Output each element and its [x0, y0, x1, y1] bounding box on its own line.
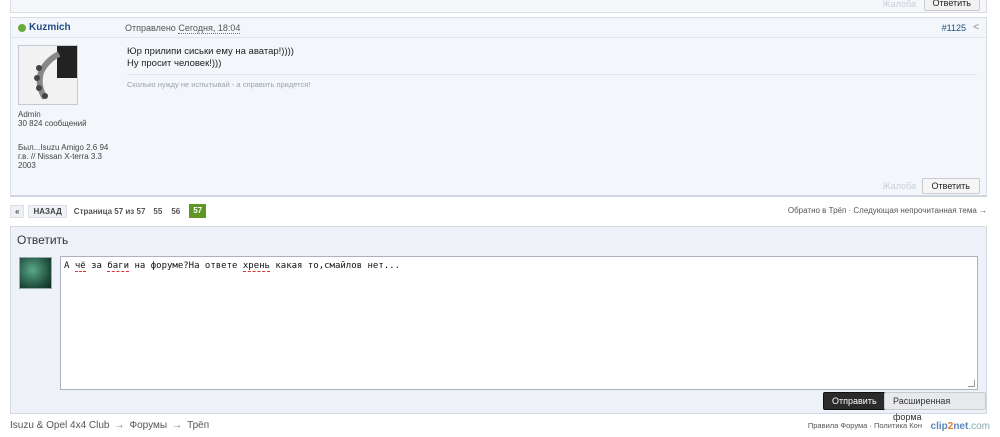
current-page: 57	[189, 204, 207, 218]
reply-title: Ответить	[17, 233, 69, 247]
page-info: Страница 57 из 57	[73, 206, 146, 216]
forum-post: Kuzmich Отправлено Сегодня, 18:04 #1125 …	[10, 17, 987, 197]
reply-button[interactable]: Ответить	[923, 0, 980, 11]
sent-label: Отправлено	[125, 23, 176, 33]
send-button[interactable]: Отправить	[823, 392, 886, 410]
user-car-line: г.в. // Nissan X-terra 3.3	[18, 152, 102, 161]
back-button[interactable]: НАЗАД	[28, 204, 67, 218]
misspelled-word: баги	[107, 261, 130, 272]
page-link[interactable]: 56	[171, 207, 180, 216]
user-role: Admin	[18, 110, 41, 119]
user-car-line: 2003	[18, 161, 36, 170]
complain-link[interactable]: Жалоба	[882, 0, 916, 9]
breadcrumb-link[interactable]: Isuzu & Opel 4x4 Club	[10, 420, 110, 431]
first-page-button[interactable]: «	[10, 204, 25, 218]
user-post-count: 30 824 сообщений	[18, 119, 87, 128]
resize-handle[interactable]	[968, 380, 975, 387]
reply-text: на форуме?На ответе	[129, 261, 243, 271]
breadcrumb: Isuzu & Opel 4x4 Club → Форумы → Трёп	[10, 420, 209, 431]
topic-nav-links[interactable]: Обратно в Трёп · Следующая непрочитанная…	[788, 206, 987, 215]
signature-divider	[127, 74, 977, 75]
author-info: Admin 30 824 сообщений Был...Isuzu Amigo…	[18, 110, 118, 170]
message-line: Ну просит человек!)))	[127, 58, 222, 69]
reply-button[interactable]: Ответить	[921, 178, 980, 194]
post-number-link[interactable]: #1125	[942, 23, 966, 33]
advanced-form-button[interactable]: Расширенная форма	[884, 392, 986, 422]
message-line: Юр прилипи сиськи ему на аватар!))))	[127, 46, 294, 57]
breadcrumb-arrow-icon: →	[172, 420, 183, 431]
quick-reply-box: Ответить А чё за баги на форуме?На ответ…	[10, 226, 987, 422]
post-message: Юр прилипи сиськи ему на аватар!)))) Ну …	[127, 46, 294, 70]
my-avatar	[19, 257, 52, 289]
share-icon[interactable]: <	[973, 22, 979, 33]
previous-post-footer: Жалоба Ответить	[10, 0, 987, 13]
page-link[interactable]: 55	[153, 207, 162, 216]
footer-links[interactable]: Правила Форума · Политика Кон	[808, 421, 922, 430]
avatar-image	[19, 46, 77, 104]
breadcrumb-arrow-icon: →	[114, 420, 125, 431]
reply-text: за	[85, 261, 108, 271]
sent-date: Сегодня, 18:04	[178, 23, 241, 34]
post-date: Отправлено Сегодня, 18:04	[125, 23, 241, 34]
user-car-line: Был...Isuzu Amigo 2.6 94	[18, 143, 109, 152]
post-header: Kuzmich Отправлено Сегодня, 18:04 #1125 …	[11, 18, 986, 38]
clip2net-watermark: clip2net.com	[930, 421, 990, 432]
pagination: « НАЗАД Страница 57 из 57 55 56 57	[10, 204, 207, 218]
misspelled-word: чё	[74, 261, 86, 272]
reply-textarea[interactable]: А чё за баги на форуме?На ответе хрень к…	[60, 256, 978, 390]
reply-text: какая то,смайлов нет...	[269, 261, 400, 271]
reply-text: А	[64, 261, 75, 271]
online-status-icon	[18, 24, 26, 32]
signature: Сколько нужду не испытывай - а справить …	[127, 80, 311, 89]
complain-link[interactable]: Жалоба	[882, 181, 916, 191]
post-author[interactable]: Kuzmich	[29, 22, 71, 33]
misspelled-word: хрень	[242, 261, 270, 272]
author-avatar[interactable]	[18, 45, 78, 105]
breadcrumb-link[interactable]: Форумы	[130, 420, 168, 431]
breadcrumb-link[interactable]: Трёп	[187, 420, 209, 431]
